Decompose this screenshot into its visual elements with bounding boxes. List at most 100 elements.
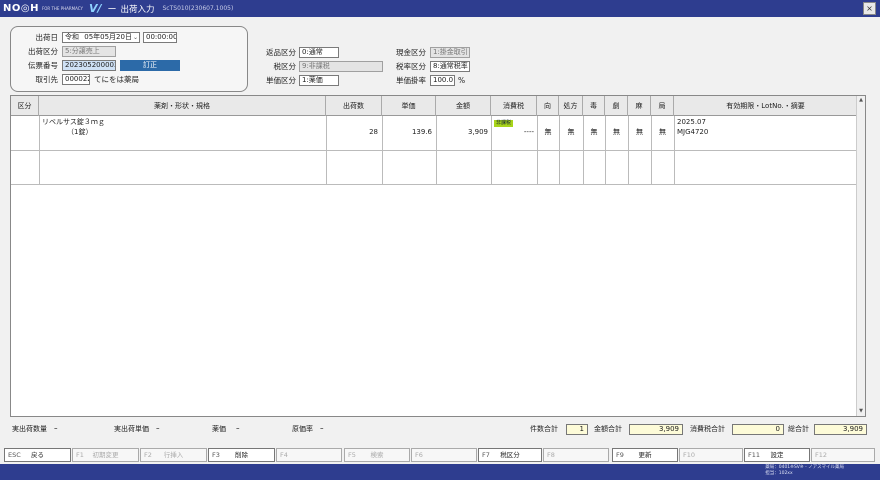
unit-price: 139.6	[411, 128, 432, 136]
col-header-expiry: 有効期限・LotNo.・摘要	[726, 102, 805, 110]
return-type-field[interactable]: 0:通常	[299, 47, 339, 58]
ship-date-label: 出荷日	[35, 33, 59, 42]
table-scrollbar[interactable]: ▲ ▼	[856, 96, 865, 416]
return-type-label: 返品区分	[266, 48, 296, 57]
cash-type-field[interactable]: 1:掛金取引	[430, 47, 470, 58]
date-value: 05年05月20日	[84, 33, 132, 41]
price-rate-label: 単価掛率	[396, 76, 426, 85]
price-rate-field[interactable]: 100.0	[430, 75, 455, 86]
cost-rate-arrow: ｰ	[320, 425, 324, 433]
title-bar: NO◎H FOR THE PHARMACY V/ ー 出荷入力 ScTS010(…	[0, 0, 880, 17]
tax-badge: 非課税	[494, 120, 514, 127]
col-header-tax: 消費税	[491, 96, 537, 116]
amount: 3,909	[467, 128, 488, 136]
ship-type-label: 出荷区分	[28, 47, 58, 56]
actual-qty-label: 実出荷数量	[12, 425, 47, 433]
fkey-f1-button[interactable]: F1 初期変更	[72, 448, 139, 462]
status-text: 薬局：0401※SV※ - ノアスマイル薬局 担当：102xx	[765, 465, 844, 477]
unit-type-label: 単価区分	[266, 76, 296, 85]
count-total-value: 1	[566, 424, 588, 435]
col-header-flag5: 麻	[628, 96, 651, 116]
close-button[interactable]: ×	[863, 2, 876, 15]
fkey-f6-button[interactable]: F6	[411, 448, 477, 462]
fkey-f4-button[interactable]: F4	[276, 448, 342, 462]
expiry-date: 2025.07	[677, 118, 706, 126]
scroll-up-icon[interactable]: ▲	[857, 96, 865, 105]
era-value: 令和	[65, 33, 79, 41]
grand-total-label: 総合計	[788, 425, 809, 433]
flag-value: 無	[590, 128, 598, 136]
col-header-flag3: 毒	[583, 96, 605, 116]
flag-value: 無	[613, 128, 620, 136]
col-header-flag1: 向	[537, 96, 559, 116]
lot-number: MJG4720	[677, 128, 709, 136]
flag-value: 無	[567, 128, 575, 136]
fkey-f9-button[interactable]: F9 更新	[612, 448, 678, 462]
grand-total-value: 3,909	[814, 424, 867, 435]
fkey-f8-button[interactable]: F8	[543, 448, 609, 462]
flag-value: 無	[544, 128, 552, 136]
tax-type-field[interactable]: 9:非課税	[299, 61, 383, 72]
fkey-f12-button[interactable]: F12	[811, 448, 875, 462]
slip-no-field[interactable]: 202305200003	[62, 60, 116, 71]
count-total-label: 件数合計	[530, 425, 558, 433]
col-header-amount: 金額	[436, 96, 491, 116]
actual-price-arrow: ｰ	[156, 425, 160, 433]
fkey-f10-button[interactable]: F10	[679, 448, 743, 462]
ship-type-field[interactable]: 5:分譲売上	[62, 46, 116, 57]
tax-total-value: 0	[732, 424, 784, 435]
fkey-f7-button[interactable]: F7 税区分	[478, 448, 542, 462]
yakka-arrow: ｰ	[236, 425, 240, 433]
col-header-qty: 出荷数	[326, 96, 382, 116]
fkey-esc-button[interactable]: ESC 戻る	[4, 448, 71, 462]
tax-value: ----	[523, 128, 534, 136]
correct-button[interactable]: 訂正	[120, 60, 180, 71]
ship-qty: 28	[369, 128, 378, 136]
col-header-flag4: 劇	[605, 96, 628, 116]
col-header-flag6: 局	[651, 96, 674, 116]
chevron-down-icon[interactable]: ⌄	[133, 33, 138, 42]
actual-qty-arrow: ｰ	[54, 425, 58, 433]
function-key-bar: ESC 戻る F1 初期変更 F2 行挿入 F3 削除 F4 F5 検索 F6 F7 税区分…	[4, 448, 876, 462]
partner-code-field[interactable]: 000022	[62, 74, 90, 85]
flag-value: 無	[659, 128, 666, 136]
fkey-f5-button[interactable]: F5 検索	[344, 448, 410, 462]
col-header-drug: 薬剤・形状・規格	[39, 96, 326, 116]
col-header-kubun: 区分	[11, 96, 39, 116]
fkey-f11-button[interactable]: F11 設定	[744, 448, 810, 462]
amount-total-value: 3,909	[629, 424, 683, 435]
ship-date-field[interactable]: 令和 05年05月20日 ⌄	[62, 32, 140, 43]
slip-no-label: 伝票番号	[28, 61, 58, 70]
table-header: 区分 薬剤・形状・規格 出荷数 単価 金額 消費税 向 処方 毒 劇 麻 局 有…	[11, 96, 857, 116]
tax-rate-label: 税率区分	[396, 62, 426, 71]
tax-type-label: 税区分	[273, 62, 297, 71]
app-logo: NO◎H	[3, 3, 39, 14]
status-bar: 薬局：0401※SV※ - ノアスマイル薬局 担当：102xx	[0, 464, 880, 480]
fkey-f3-button[interactable]: F3 削除	[208, 448, 275, 462]
app-logo-subtitle: FOR THE PHARMACY	[41, 6, 83, 11]
cash-type-label: 現金区分	[396, 48, 426, 57]
price-rate-unit: %	[458, 76, 466, 85]
drug-name: リベルサス錠３ｍｇ	[42, 118, 105, 126]
partner-name: てにをは薬局	[94, 75, 139, 84]
cost-rate-label: 原価率	[292, 425, 313, 433]
ship-time-field[interactable]: 00:00:00	[143, 32, 177, 43]
fkey-f2-button[interactable]: F2 行挿入	[140, 448, 207, 462]
unit-type-field[interactable]: 1:薬価	[299, 75, 339, 86]
screen-code: ScTS010(230607.1005)	[162, 5, 234, 12]
window-title: 出荷入力	[120, 4, 155, 15]
status-line-user: 担当：102xx	[765, 471, 793, 476]
col-header-flag2: 処方	[559, 96, 583, 116]
title-separator: ー	[107, 5, 117, 15]
tax-total-label: 消費税合計	[690, 425, 725, 433]
col-header-price: 単価	[382, 96, 436, 116]
drug-form: （1錠）	[67, 128, 93, 136]
detail-table: 区分 薬剤・形状・規格 出荷数 単価 金額 消費税 向 処方 毒 劇 麻 局 有…	[10, 95, 866, 417]
yakka-label: 薬価	[212, 425, 226, 433]
tax-rate-field[interactable]: 8:通常税率	[430, 61, 470, 72]
partner-label: 取引先	[35, 75, 59, 84]
actual-price-label: 実出荷単価	[114, 425, 149, 433]
flag-value: 無	[636, 128, 643, 136]
brand-mark-icon: V/	[88, 2, 102, 15]
scroll-down-icon[interactable]: ▼	[857, 407, 865, 416]
